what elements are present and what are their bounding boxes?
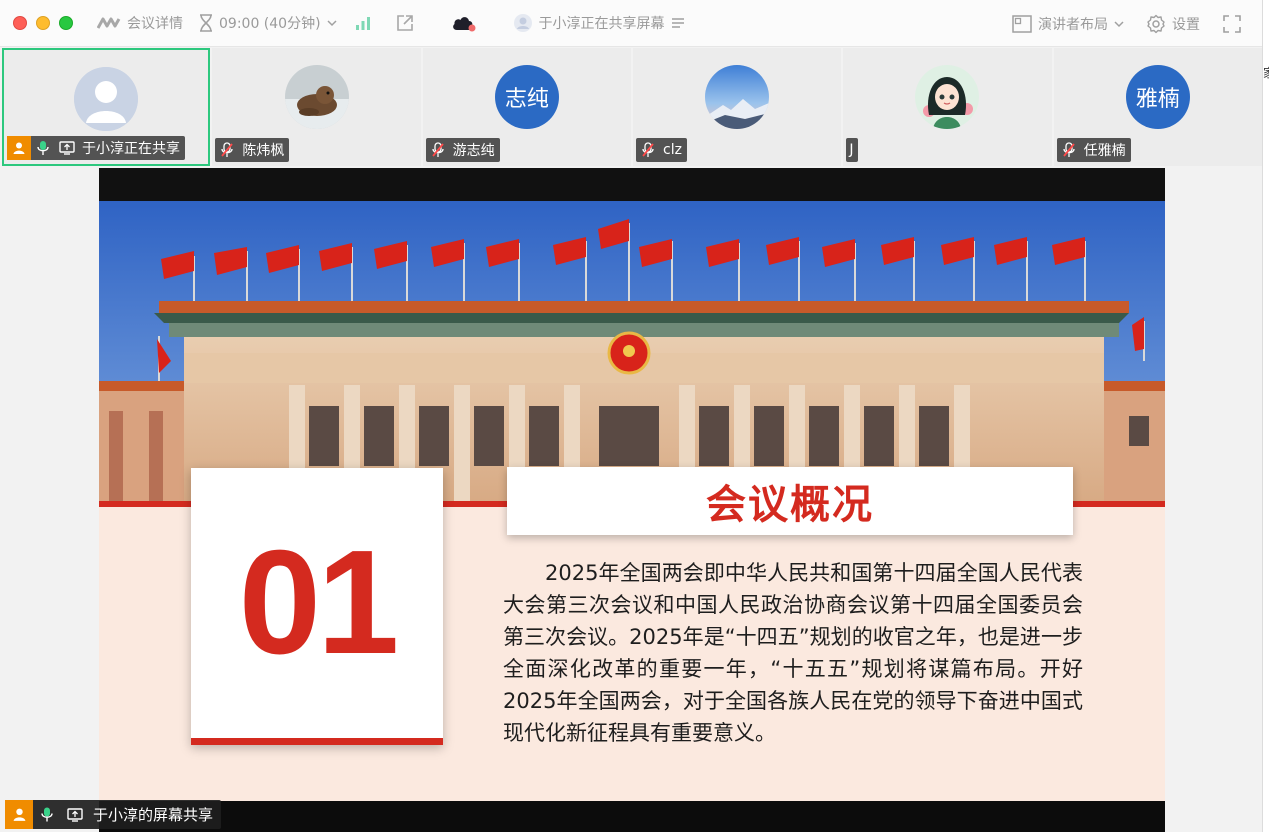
participant-strip: 于小淳正在共享 陈炜枫 志纯 游志纯 clz J 雅楠 任雅楠 bbox=[0, 48, 1262, 166]
layout-button[interactable]: 演讲者布局 bbox=[1012, 14, 1124, 34]
participant-name-tag: clz bbox=[636, 138, 687, 162]
participant-tile-clz[interactable]: clz bbox=[633, 48, 842, 166]
screen-share-icon bbox=[55, 136, 79, 160]
microphone-active-icon bbox=[33, 800, 61, 829]
initials-avatar: 志纯 bbox=[494, 65, 559, 129]
settings-label: 设置 bbox=[1172, 16, 1200, 33]
participant-name: J bbox=[849, 142, 854, 158]
meeting-logo-icon bbox=[97, 16, 121, 30]
meeting-timer[interactable]: 09:00 (40分钟) bbox=[199, 13, 337, 33]
window-controls bbox=[13, 16, 73, 30]
otter-photo-avatar bbox=[284, 65, 349, 129]
background-window-edge: 家 bbox=[1262, 0, 1269, 832]
slide-body-text: 2025年全国两会即中华人民共和国第十四届全国人民代表大会第三次会议和中国人民政… bbox=[503, 561, 1083, 745]
microphone-active-icon bbox=[31, 136, 55, 160]
participant-name: 陈炜枫 bbox=[242, 143, 285, 159]
participant-tile-ren-yanan[interactable]: 雅楠 任雅楠 bbox=[1053, 48, 1262, 166]
participant-name-tag: 于小淳正在共享 bbox=[7, 136, 185, 160]
popout-icon[interactable] bbox=[395, 13, 415, 33]
letterbox-bar bbox=[99, 801, 1165, 832]
mountain-photo-avatar bbox=[705, 65, 770, 129]
cloud-recording-icon[interactable] bbox=[451, 13, 477, 33]
gear-icon bbox=[1146, 14, 1166, 34]
section-number: 01 bbox=[238, 520, 400, 685]
hourglass-icon bbox=[199, 14, 213, 32]
participant-tile-yu-xiaochun[interactable]: 于小淳正在共享 bbox=[2, 48, 211, 166]
background-window-text: 家 bbox=[1263, 64, 1269, 81]
network-signal-icon[interactable] bbox=[355, 15, 371, 31]
initials-avatar: 雅楠 bbox=[1125, 65, 1190, 129]
participant-name-tag: J bbox=[846, 138, 859, 162]
shared-screen[interactable]: 01 会议概况 2025年全国两会即中华人民共和国第十四届全国人民代表大会第三次… bbox=[99, 168, 1165, 832]
participant-tile-j[interactable]: J bbox=[843, 48, 1052, 166]
section-number-card: 01 bbox=[191, 468, 443, 745]
host-icon bbox=[5, 800, 33, 829]
microphone-muted-icon bbox=[636, 138, 660, 162]
time-label: 09:00 (40分钟) bbox=[219, 16, 321, 32]
participant-name: 游志纯 bbox=[452, 143, 495, 159]
default-avatar bbox=[74, 67, 139, 131]
participant-name-tag: 游志纯 bbox=[425, 138, 500, 162]
participant-name-tag: 任雅楠 bbox=[1056, 138, 1131, 162]
settings-button[interactable]: 设置 bbox=[1146, 14, 1200, 34]
slide-title-card: 会议概况 bbox=[507, 467, 1073, 535]
sharing-status-label: 于小淳正在共享屏幕 bbox=[538, 16, 665, 32]
screen-share-icon bbox=[61, 800, 89, 829]
list-icon bbox=[671, 17, 685, 29]
microphone-muted-icon bbox=[426, 138, 450, 162]
microphone-muted-icon bbox=[1057, 138, 1081, 162]
layout-label: 演讲者布局 bbox=[1038, 16, 1108, 33]
screen-share-label: 于小淳的屏幕共享 bbox=[5, 800, 222, 829]
layout-icon bbox=[1012, 14, 1032, 33]
title-bar: 会议详情 09:00 (40分钟) 于小淳正在共享屏幕 演讲者布局 设置 bbox=[0, 0, 1262, 47]
close-window-button[interactable] bbox=[13, 16, 27, 30]
slide-title: 会议概况 bbox=[706, 482, 874, 528]
user-icon bbox=[513, 13, 533, 33]
meeting-details-label: 会议详情 bbox=[127, 16, 183, 32]
microphone-muted-icon bbox=[215, 138, 239, 162]
great-hall-photo bbox=[99, 201, 1165, 506]
participant-tile-chen-weifeng[interactable]: 陈炜枫 bbox=[212, 48, 421, 166]
chevron-down-icon bbox=[327, 19, 337, 27]
maximize-window-button[interactable] bbox=[59, 16, 73, 30]
fullscreen-icon[interactable] bbox=[1222, 14, 1242, 34]
participant-name-tag: 陈炜枫 bbox=[215, 138, 290, 162]
participant-name: 任雅楠 bbox=[1083, 143, 1126, 159]
share-label-text: 于小淳的屏幕共享 bbox=[93, 806, 214, 824]
minimize-window-button[interactable] bbox=[36, 16, 50, 30]
anime-girl-avatar bbox=[915, 65, 980, 129]
sharing-status[interactable]: 于小淳正在共享屏幕 bbox=[513, 13, 685, 33]
meeting-details-button[interactable]: 会议详情 bbox=[97, 13, 183, 33]
participant-name: clz bbox=[663, 142, 682, 158]
participant-name: 于小淳正在共享 bbox=[82, 141, 180, 157]
participant-tile-you-zhichun[interactable]: 志纯 游志纯 bbox=[422, 48, 631, 166]
chevron-down-icon bbox=[1114, 20, 1124, 28]
host-icon bbox=[7, 136, 31, 160]
